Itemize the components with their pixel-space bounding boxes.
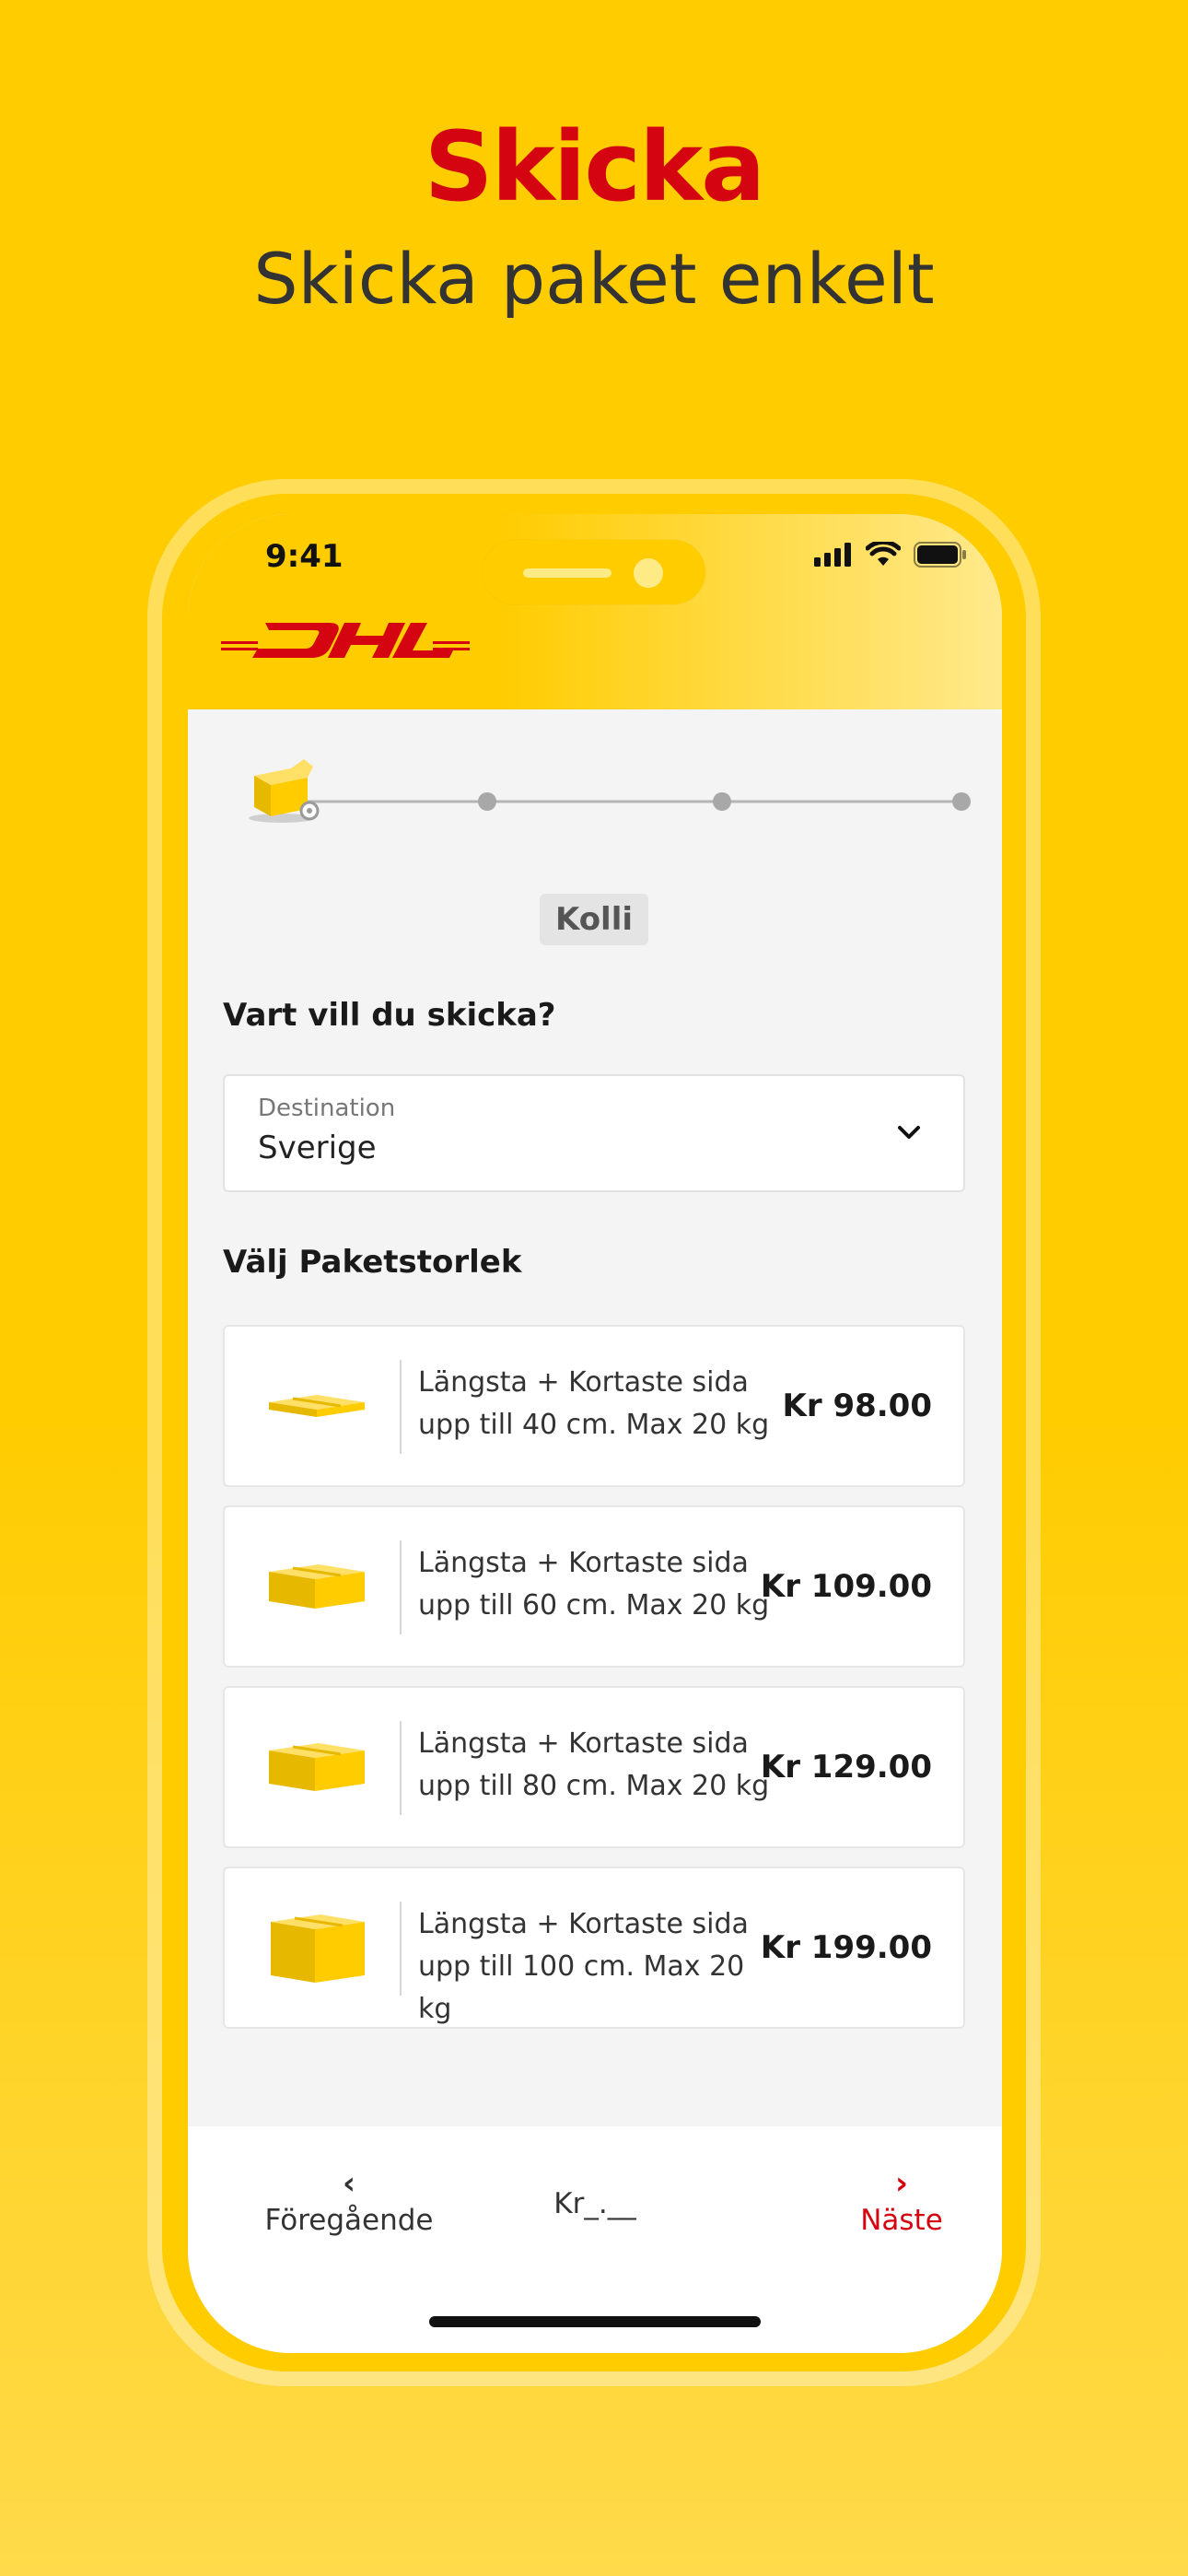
package-option-80cm[interactable]: Längsta + Kortaste sida upp till 80 cm. … xyxy=(223,1686,965,1848)
chevron-down-icon xyxy=(898,1126,920,1139)
step-dot-3 xyxy=(713,792,731,811)
app-header: 9:41 xyxy=(188,514,1002,709)
option-price: Kr 98.00 xyxy=(782,1388,933,1424)
option-price: Kr 199.00 xyxy=(760,1929,932,1966)
option-price: Kr 129.00 xyxy=(760,1749,932,1786)
promo-subtitle: Skicka paket enkelt xyxy=(253,238,935,320)
dynamic-island xyxy=(483,540,705,604)
status-time: 9:41 xyxy=(265,538,344,575)
step-dot-2 xyxy=(478,792,496,811)
status-icons xyxy=(814,542,967,568)
next-button[interactable]: › Näste xyxy=(851,2163,952,2237)
destination-heading: Vart vill du skicka? xyxy=(223,997,556,1034)
app-screen: 9:41 Kolli Vart vill du skicka? Destinat… xyxy=(188,514,1002,2353)
promo-title: Skicka xyxy=(424,111,766,223)
option-price: Kr 109.00 xyxy=(760,1568,932,1605)
package-option-40cm[interactable]: Längsta + Kortaste sida upp till 40 cm. … xyxy=(223,1325,965,1487)
package-option-60cm[interactable]: Längsta + Kortaste sida upp till 60 cm. … xyxy=(223,1505,965,1668)
flat-envelope-box-icon xyxy=(269,1395,365,1417)
medium-box-icon xyxy=(269,1743,365,1791)
option-description: Längsta + Kortaste sida upp till 80 cm. … xyxy=(418,1727,770,1802)
dhl-logo xyxy=(221,623,470,658)
small-box-icon xyxy=(269,1564,365,1609)
package-option-100cm[interactable]: Längsta + Kortaste sida upp till 100 cm.… xyxy=(223,1867,965,2029)
option-description: Längsta + Kortaste sida upp till 40 cm. … xyxy=(418,1366,770,1441)
option-description: Längsta + Kortaste sida upp till 60 cm. … xyxy=(418,1547,770,1622)
destination-value: Sverige xyxy=(258,1130,377,1166)
home-indicator xyxy=(429,2316,761,2327)
large-box-icon xyxy=(271,1914,365,1983)
step-dot-4 xyxy=(952,792,971,811)
destination-select[interactable]: Destination Sverige xyxy=(223,1074,965,1192)
signal-icon xyxy=(814,543,851,567)
step-progress xyxy=(249,759,971,823)
battery-icon xyxy=(914,542,966,568)
wifi-icon xyxy=(866,542,901,566)
destination-label: Destination xyxy=(258,1095,396,1122)
option-description: Längsta + Kortaste sida upp till 100 cm.… xyxy=(418,1908,749,2025)
package-step-icon xyxy=(249,759,320,823)
package-size-heading: Välj Paketstorlek xyxy=(223,1244,522,1281)
current-step-label: Kolli xyxy=(540,894,648,945)
chevron-right-icon: › xyxy=(894,2165,908,2202)
